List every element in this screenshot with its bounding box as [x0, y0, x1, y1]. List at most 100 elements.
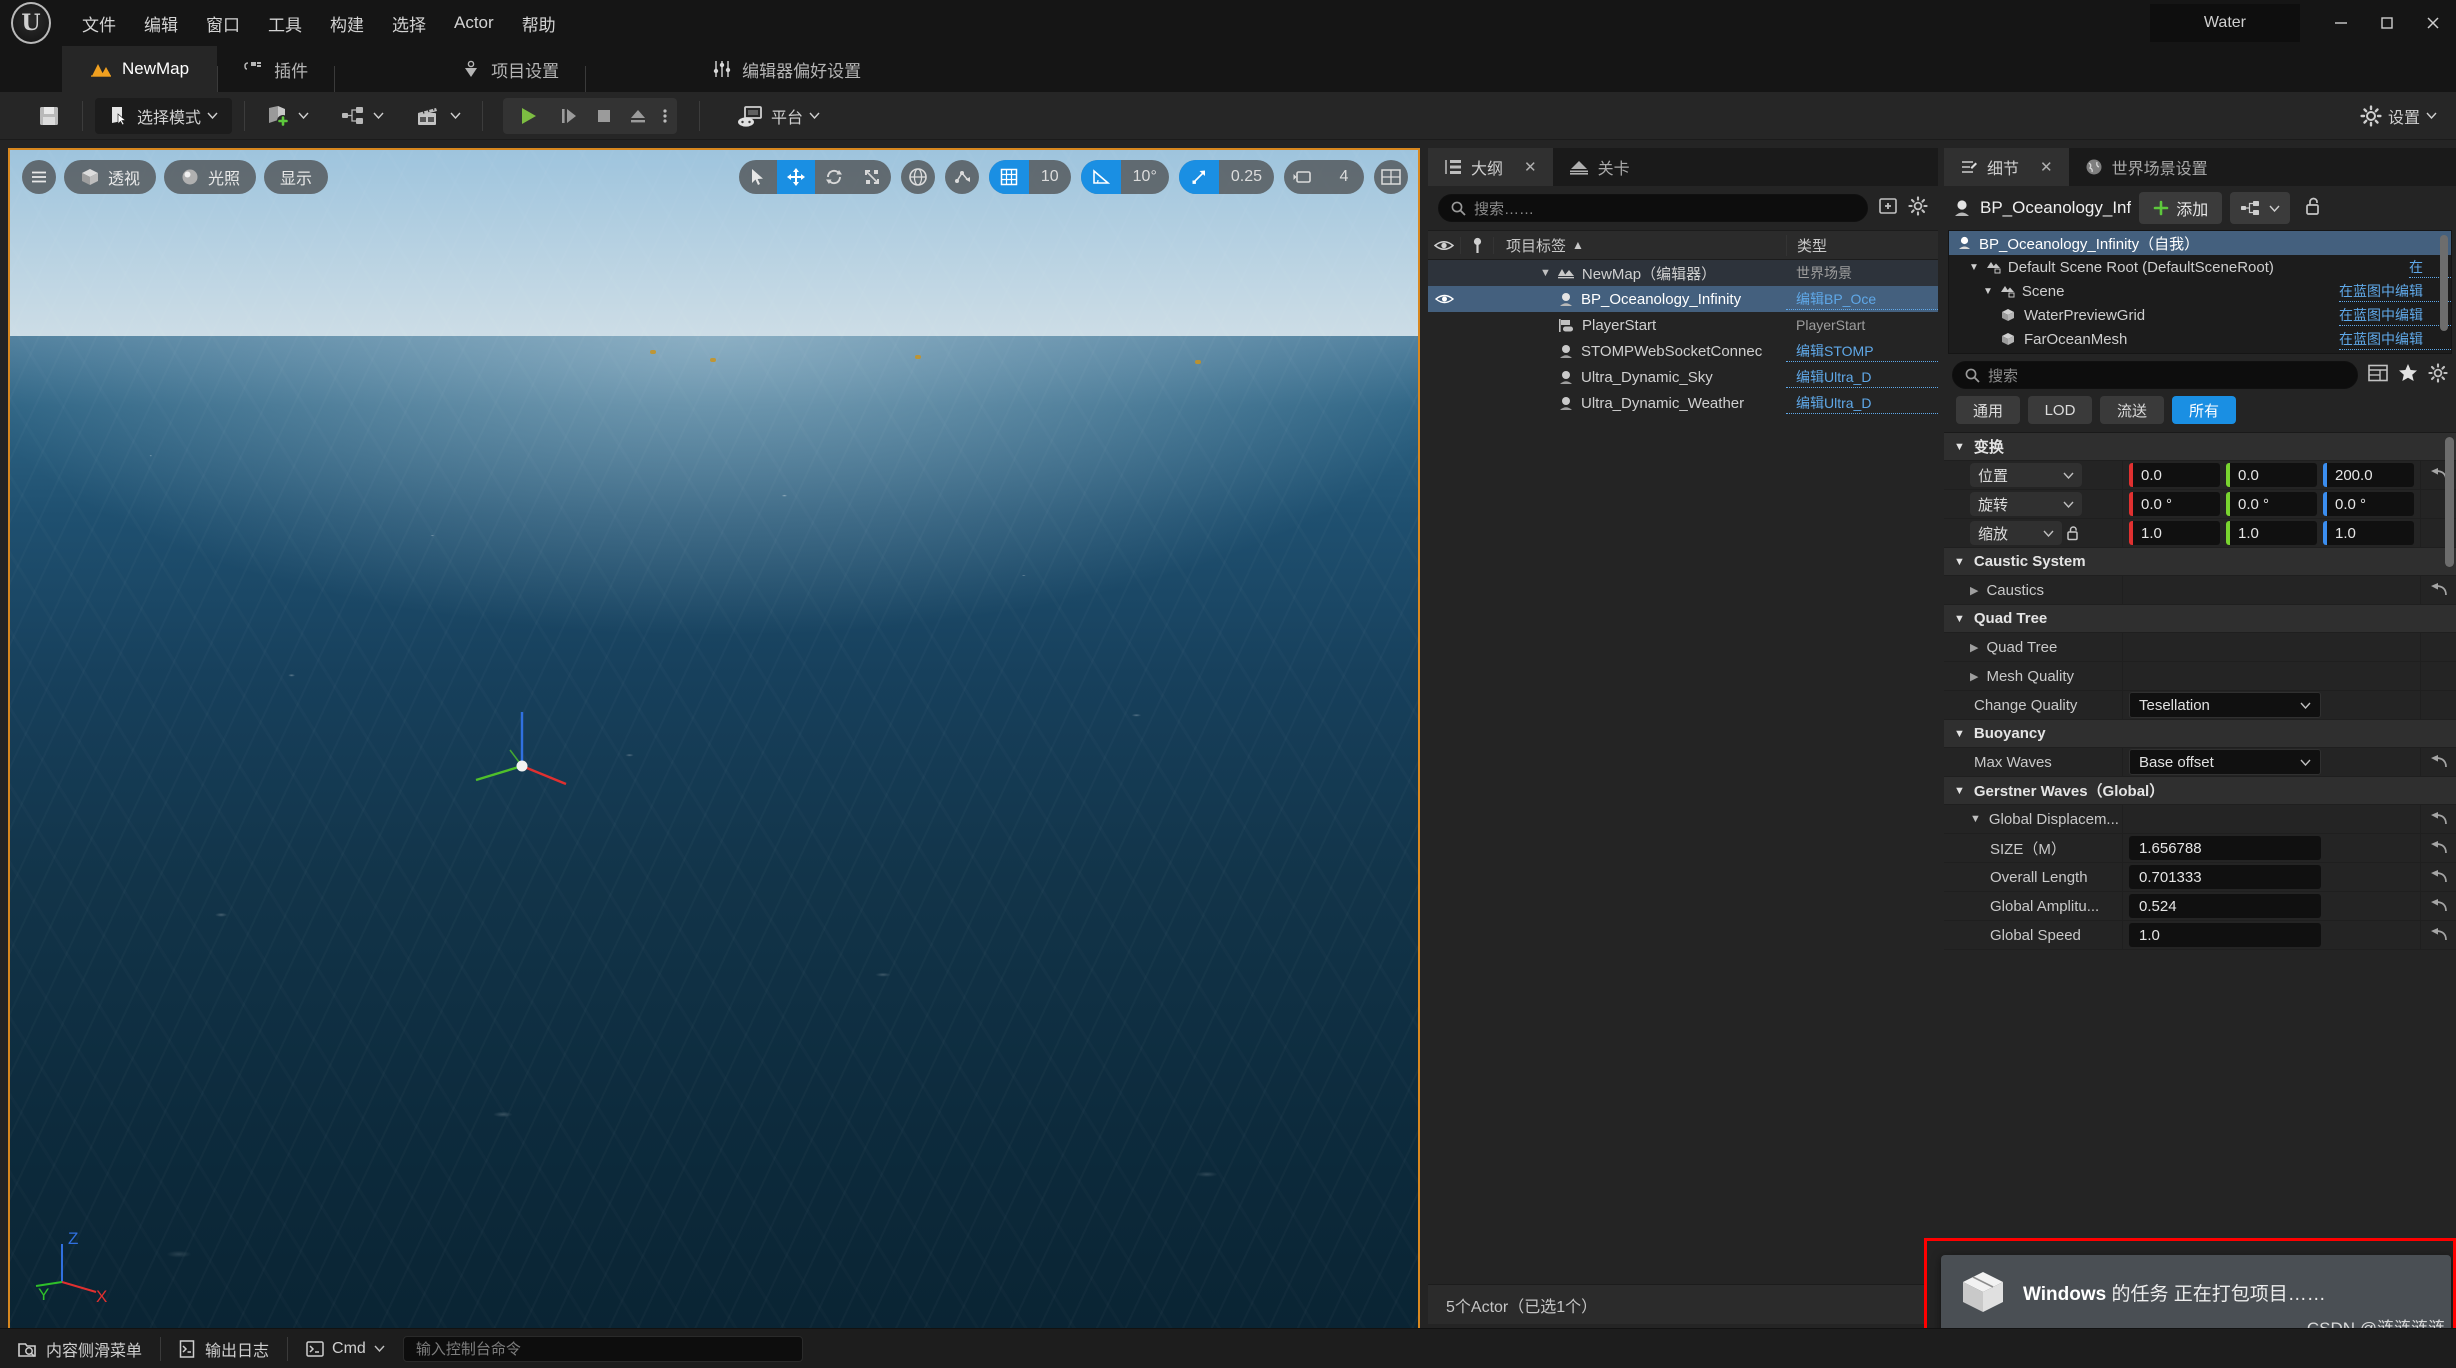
lock-details-button[interactable]	[2298, 196, 2328, 221]
scale-tool-button[interactable]	[853, 160, 891, 194]
more-options-button[interactable]	[655, 99, 675, 133]
tab-outliner[interactable]: 大纲 ✕	[1428, 148, 1553, 186]
overall-length-input[interactable]: 0.701333	[2129, 865, 2321, 889]
max-waves-dropdown[interactable]: Base offset	[2129, 749, 2321, 775]
grid-snap-control[interactable]: 10	[988, 160, 1071, 194]
console-command-input[interactable]: 输入控制台命令	[402, 1335, 803, 1362]
output-log-button[interactable]: 输出日志	[161, 1329, 287, 1368]
change-quality-dropdown[interactable]: Tesellation	[2129, 692, 2321, 718]
column-label-header[interactable]: 项目标签 ▲	[1494, 235, 1786, 256]
expander-icon[interactable]: ▼	[1969, 262, 1979, 273]
component-link[interactable]: 在蓝图中编辑	[2339, 329, 2451, 350]
minimize-button[interactable]	[2318, 0, 2364, 46]
outliner-close-icon[interactable]: ✕	[1524, 158, 1537, 176]
category-buoyancy[interactable]: ▼ Buoyancy	[1944, 720, 2456, 748]
maximize-button[interactable]	[2364, 0, 2410, 46]
tab-world-settings[interactable]: 世界场景设置	[2069, 148, 2224, 186]
component-row[interactable]: FarOceanMesh 在蓝图中编辑	[1949, 327, 2451, 351]
viewport-perspective-button[interactable]: 透视	[64, 160, 157, 194]
cmd-selector-button[interactable]: Cmd	[288, 1329, 403, 1368]
outliner-settings-button[interactable]	[1908, 195, 1928, 221]
global-speed-reset-button[interactable]	[2420, 921, 2456, 949]
blueprints-button[interactable]	[332, 98, 393, 134]
scale-z-input[interactable]: 1.0	[2323, 521, 2414, 545]
transform-gizmo[interactable]	[470, 690, 590, 810]
level-viewport[interactable]: 透视 光照 显示 10 10° 0.25 4 Z X Y	[8, 148, 1420, 1332]
translate-tool-button[interactable]	[776, 160, 815, 194]
rotation-y-input[interactable]: 0.0 °	[2226, 492, 2317, 516]
viewport-lighting-button[interactable]: 光照	[164, 160, 257, 194]
location-combo[interactable]: 位置	[1970, 463, 2082, 487]
expander-icon[interactable]: ▼	[1954, 613, 1965, 625]
tab-levels[interactable]: 关卡	[1553, 148, 1646, 186]
component-row[interactable]: WaterPreviewGrid 在蓝图中编辑	[1949, 303, 2451, 327]
select-tool-button[interactable]	[739, 160, 777, 194]
content-drawer-button[interactable]: 内容侧滑菜单	[0, 1329, 160, 1368]
size-m-reset-button[interactable]	[2420, 834, 2456, 862]
component-link[interactable]: 在蓝图中编辑	[2339, 281, 2451, 302]
global-speed-input[interactable]: 1.0	[2129, 923, 2321, 947]
size-m-input[interactable]: 1.656788	[2129, 836, 2321, 860]
global-amplitude-input[interactable]: 0.524	[2129, 894, 2321, 918]
grid-snap-value[interactable]: 10	[1029, 168, 1071, 186]
eject-button[interactable]	[621, 99, 655, 133]
rotation-combo[interactable]: 旋转	[1970, 492, 2082, 516]
scale-combo[interactable]: 缩放	[1970, 521, 2062, 545]
table-row[interactable]: Ultra_Dynamic_Sky 编辑Ultra_D	[1428, 364, 1938, 390]
expander-icon[interactable]: ▶	[1970, 641, 1978, 654]
tab-plugins[interactable]: 插件	[218, 46, 334, 92]
expander-icon[interactable]: ▼	[1970, 813, 1981, 825]
expander-icon[interactable]: ▼	[1983, 286, 1993, 297]
grid-snap-toggle[interactable]	[988, 160, 1029, 194]
play-button[interactable]	[505, 99, 551, 133]
details-columns-button[interactable]	[2368, 364, 2388, 387]
outliner-search-input[interactable]: 搜索……	[1438, 194, 1868, 222]
location-y-input[interactable]: 0.0	[2226, 463, 2317, 487]
details-properties-list[interactable]: ▼ 变换 位置 0.0 0.0 200.0 旋转 0.0 ° 0.0 ° 0.0…	[1944, 432, 2456, 1368]
column-pin-header[interactable]	[1460, 236, 1494, 254]
menu-tools[interactable]: 工具	[254, 0, 316, 46]
row-type[interactable]: 编辑BP_Oce	[1786, 289, 1938, 310]
row-type[interactable]: 编辑STOMP	[1786, 341, 1938, 362]
table-row[interactable]: PlayerStart PlayerStart	[1428, 312, 1938, 338]
angle-snap-value[interactable]: 10°	[1121, 168, 1169, 186]
table-row[interactable]: STOMPWebSocketConnec 编辑STOMP	[1428, 338, 1938, 364]
add-actor-button[interactable]	[257, 98, 318, 134]
tab-project-settings[interactable]: 项目设置	[435, 46, 585, 92]
component-row[interactable]: ▼ Default Scene Root (DefaultSceneRoot) …	[1949, 255, 2451, 279]
category-transform[interactable]: ▼ 变换	[1944, 433, 2456, 461]
platforms-button[interactable]: 平台	[728, 98, 829, 134]
filter-streaming[interactable]: 流送	[2100, 396, 2164, 424]
viewport-menu-button[interactable]	[22, 160, 56, 194]
menu-actor[interactable]: Actor	[440, 0, 508, 46]
details-settings-button[interactable]	[2428, 362, 2448, 388]
viewport-layout-button[interactable]	[1374, 160, 1408, 194]
scale-lock-icon[interactable]	[2066, 525, 2081, 541]
component-tree[interactable]: BP_Oceanology_Infinity（自我） ▼ Default Sce…	[1948, 230, 2452, 354]
expander-icon[interactable]: ▼	[1954, 556, 1965, 568]
category-quad-tree[interactable]: ▼ Quad Tree	[1944, 605, 2456, 633]
menu-edit[interactable]: 编辑	[130, 0, 192, 46]
add-component-button[interactable]: 添加	[2139, 192, 2223, 224]
select-mode-button[interactable]: 选择模式	[95, 97, 233, 134]
angle-snap-toggle[interactable]	[1080, 160, 1121, 194]
table-row[interactable]: BP_Oceanology_Infinity 编辑BP_Oce	[1428, 286, 1938, 312]
tab-editor-preferences[interactable]: 编辑器偏好设置	[686, 46, 887, 92]
menu-select[interactable]: 选择	[378, 0, 440, 46]
table-row[interactable]: ▼ NewMap（编辑器） 世界场景	[1428, 260, 1938, 286]
caustics-reset-button[interactable]	[2420, 576, 2456, 604]
cinematics-button[interactable]	[407, 98, 470, 134]
filter-all[interactable]: 所有	[2172, 396, 2236, 424]
scale-x-input[interactable]: 1.0	[2129, 521, 2220, 545]
tab-details[interactable]: 细节 ✕	[1944, 148, 2069, 186]
expander-icon[interactable]: ▼	[1540, 267, 1551, 279]
filter-general[interactable]: 通用	[1956, 396, 2020, 424]
component-tree-scrollbar[interactable]	[2440, 235, 2448, 331]
row-type[interactable]: 编辑Ultra_D	[1786, 393, 1938, 414]
scale-snap-toggle[interactable]	[1178, 160, 1219, 194]
details-scrollbar[interactable]	[2445, 437, 2454, 567]
expander-icon[interactable]: ▼	[1954, 728, 1965, 740]
surface-snap-button[interactable]	[944, 160, 979, 194]
outliner-save-button[interactable]	[1878, 196, 1898, 221]
stop-button[interactable]	[587, 99, 621, 133]
